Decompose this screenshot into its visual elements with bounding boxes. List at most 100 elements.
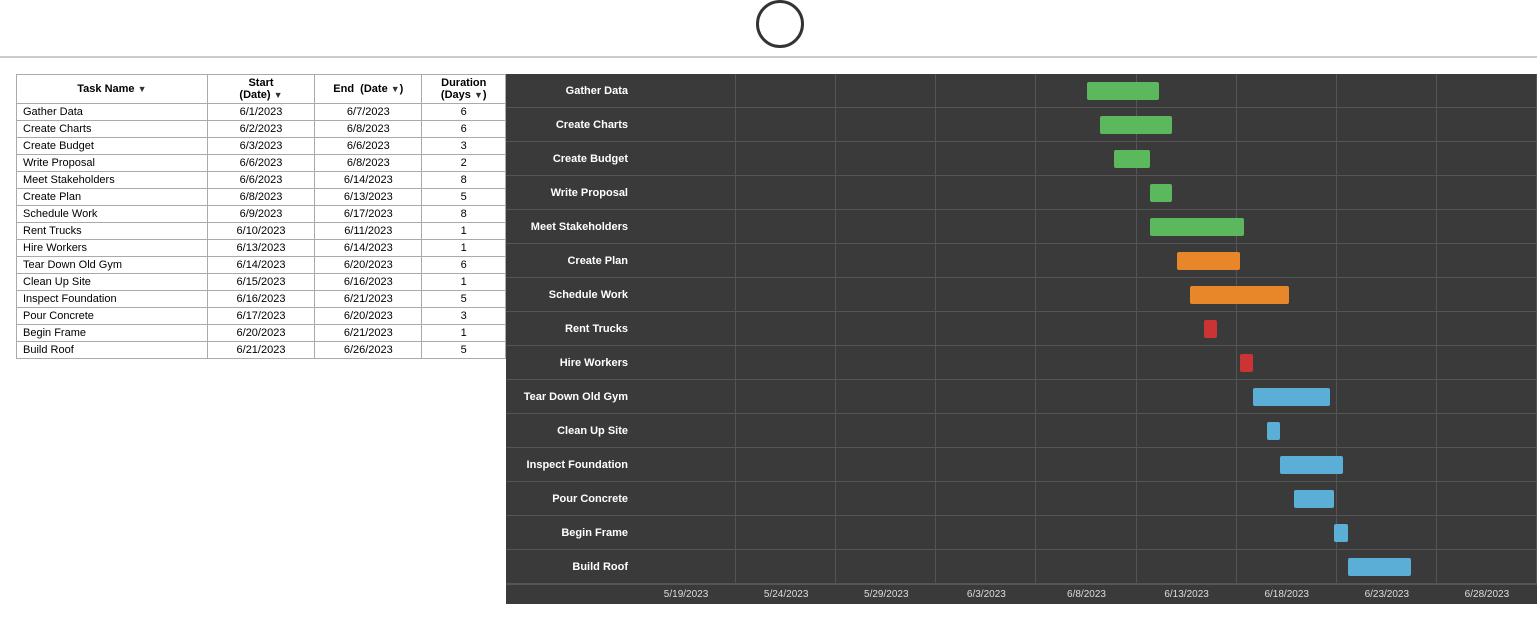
gantt-grid-col: [836, 414, 936, 447]
gantt-grid-col: [936, 74, 1036, 107]
gantt-axis-label: 6/8/2023: [1036, 589, 1136, 600]
gantt-inner: Gather DataCreate ChartsCreate BudgetWri…: [506, 74, 1537, 604]
gantt-grid: [636, 516, 1537, 549]
gantt-bar: [1294, 490, 1335, 508]
task-name: Schedule Work: [17, 206, 208, 223]
gantt-grid: [636, 346, 1537, 379]
task-start: 6/14/2023: [207, 257, 314, 274]
gantt-grid-col: [1337, 312, 1437, 345]
table-row: Gather Data 6/1/2023 6/7/2023 6: [17, 104, 506, 121]
gantt-row: Pour Concrete: [506, 482, 1537, 516]
filter-icon-start[interactable]: ▼: [274, 90, 283, 100]
gantt-grid-col: [836, 312, 936, 345]
task-duration: 2: [422, 155, 506, 172]
task-duration: 6: [422, 257, 506, 274]
gantt-bar: [1177, 252, 1240, 270]
top-bar: [0, 0, 1537, 57]
task-duration: 3: [422, 308, 506, 325]
gantt-grid-col: [636, 176, 736, 209]
gantt-grid-col: [1237, 312, 1337, 345]
gantt-row: Create Plan: [506, 244, 1537, 278]
gantt-row-label: Create Charts: [506, 119, 636, 131]
gantt-row-label: Build Roof: [506, 561, 636, 573]
gantt-grid-col: [836, 244, 936, 277]
gantt-row-bars: [636, 278, 1537, 311]
task-end: 6/8/2023: [315, 155, 422, 172]
gantt-bar: [1150, 184, 1173, 202]
col-header-duration: Duration(Days ▼): [422, 75, 506, 104]
gantt-row: Clean Up Site: [506, 414, 1537, 448]
gantt-grid-col: [1237, 108, 1337, 141]
filter-icon-end[interactable]: ▼: [391, 84, 400, 94]
task-table-container: Task Name ▼ Start(Date) ▼ End (Date ▼) D…: [16, 74, 506, 604]
gantt-grid-col: [636, 516, 736, 549]
task-name: Rent Trucks: [17, 223, 208, 240]
task-name: Begin Frame: [17, 325, 208, 342]
gantt-grid-col: [1337, 482, 1437, 515]
gantt-grid-col: [836, 108, 936, 141]
gantt-grid-col: [1337, 176, 1437, 209]
gantt-row: Rent Trucks: [506, 312, 1537, 346]
gantt-grid-col: [836, 346, 936, 379]
gantt-grid: [636, 142, 1537, 175]
gantt-grid-col: [1036, 448, 1136, 481]
gantt-grid-col: [636, 414, 736, 447]
gantt-grid-col: [1437, 210, 1537, 243]
gantt-grid-col: [936, 516, 1036, 549]
task-name: Meet Stakeholders: [17, 172, 208, 189]
table-row: Create Charts 6/2/2023 6/8/2023 6: [17, 121, 506, 138]
gantt-grid: [636, 244, 1537, 277]
task-name: Create Budget: [17, 138, 208, 155]
gantt-row: Begin Frame: [506, 516, 1537, 550]
gantt-grid-col: [936, 414, 1036, 447]
gantt-grid-col: [1237, 74, 1337, 107]
filter-icon-name[interactable]: ▼: [138, 84, 147, 94]
task-name: Create Charts: [17, 121, 208, 138]
gantt-grid-col: [1437, 108, 1537, 141]
gantt-axis-label: 6/13/2023: [1137, 589, 1237, 600]
gantt-rows: Gather DataCreate ChartsCreate BudgetWri…: [506, 74, 1537, 584]
gantt-axis-label: 6/28/2023: [1437, 589, 1537, 600]
gantt-grid-col: [836, 380, 936, 413]
task-duration: 6: [422, 104, 506, 121]
gantt-grid-col: [636, 210, 736, 243]
table-row: Schedule Work 6/9/2023 6/17/2023 8: [17, 206, 506, 223]
task-start: 6/21/2023: [207, 342, 314, 359]
task-start: 6/17/2023: [207, 308, 314, 325]
gantt-grid-col: [1437, 142, 1537, 175]
table-row: Create Plan 6/8/2023 6/13/2023 5: [17, 189, 506, 206]
gantt-row: Meet Stakeholders: [506, 210, 1537, 244]
gantt-grid-col: [736, 312, 836, 345]
table-row: Clean Up Site 6/15/2023 6/16/2023 1: [17, 274, 506, 291]
gantt-grid-col: [1337, 210, 1437, 243]
gantt-row-bars: [636, 244, 1537, 277]
gantt-grid-col: [1137, 142, 1237, 175]
gantt-grid-col: [736, 176, 836, 209]
task-end: 6/16/2023: [315, 274, 422, 291]
gantt-grid: [636, 312, 1537, 345]
task-end: 6/21/2023: [315, 325, 422, 342]
gantt-row: Write Proposal: [506, 176, 1537, 210]
gantt-grid-col: [1437, 550, 1537, 583]
gantt-grid-col: [736, 550, 836, 583]
gantt-row-bars: [636, 210, 1537, 243]
gantt-row: Gather Data: [506, 74, 1537, 108]
task-duration: 8: [422, 172, 506, 189]
gantt-grid-col: [1137, 346, 1237, 379]
gantt-grid-col: [736, 244, 836, 277]
gantt-grid-col: [1237, 176, 1337, 209]
col-header-end: End (Date ▼): [315, 75, 422, 104]
gantt-row-bars: [636, 74, 1537, 107]
task-end: 6/11/2023: [315, 223, 422, 240]
gantt-bar: [1087, 82, 1159, 100]
gantt-row: Hire Workers: [506, 346, 1537, 380]
gantt-row-bars: [636, 312, 1537, 345]
gantt-axis-label: 6/23/2023: [1337, 589, 1437, 600]
filter-icon-dur[interactable]: ▼: [474, 90, 483, 100]
task-duration: 8: [422, 206, 506, 223]
table-row: Inspect Foundation 6/16/2023 6/21/2023 5: [17, 291, 506, 308]
header-info: [0, 15, 32, 33]
gantt-row: Inspect Foundation: [506, 448, 1537, 482]
gantt-bar: [1280, 456, 1343, 474]
task-end: 6/17/2023: [315, 206, 422, 223]
